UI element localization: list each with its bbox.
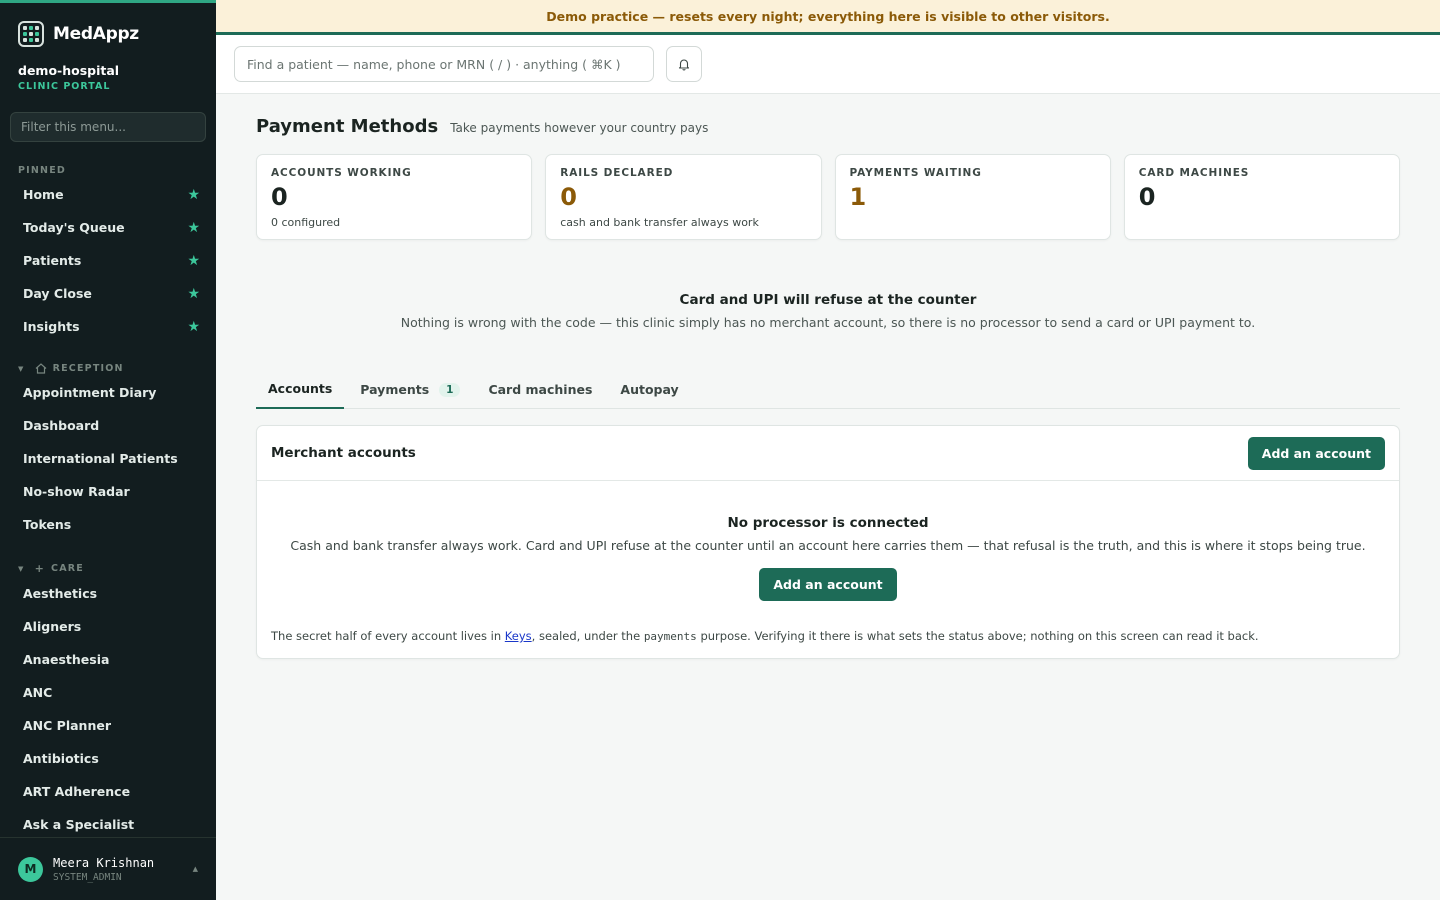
- sidebar-item-no-show-radar[interactable]: No-show Radar: [0, 475, 216, 508]
- brand[interactable]: MedAppz: [0, 3, 216, 49]
- tab-card-machines[interactable]: Card machines: [476, 370, 604, 409]
- page-subtitle: Take payments however your country pays: [450, 121, 709, 135]
- stat-card-card-machines: CARD MACHINES 0: [1123, 154, 1400, 240]
- sidebar-item-antibiotics[interactable]: Antibiotics: [0, 742, 216, 775]
- sidebar-item-todays-queue[interactable]: Today's Queue ★: [0, 211, 216, 244]
- sidebar: MedAppz demo-hospital CLINIC PORTAL Filt…: [0, 0, 216, 900]
- pinned-label: PINNED: [18, 165, 66, 176]
- demo-banner-text: Demo practice — resets every night; ever…: [546, 8, 1110, 24]
- section-label-pinned: PINNED: [0, 165, 216, 176]
- sidebar-item-appointment-diary[interactable]: Appointment Diary: [0, 376, 216, 409]
- grid-logo-icon: [18, 21, 44, 47]
- sidebar-item-international-patients[interactable]: International Patients: [0, 442, 216, 475]
- stat-label: ACCOUNTS WORKING: [271, 167, 412, 179]
- sidebar-item-aesthetics[interactable]: Aesthetics: [0, 577, 216, 610]
- stat-value: 1: [849, 183, 867, 211]
- stat-note: cash and bank transfer always work: [560, 216, 759, 229]
- page-header: Payment Methods Take payments however yo…: [256, 116, 1400, 137]
- brand-name: MedAppz: [53, 24, 139, 44]
- reception-list: Appointment Diary Dashboard Internationa…: [0, 376, 216, 541]
- stat-value: 0: [271, 183, 288, 211]
- refusal-notice-body: Nothing is wrong with the code — this cl…: [400, 315, 1256, 330]
- panel-header: Merchant accounts Add an account: [257, 426, 1399, 481]
- reception-label: RECEPTION: [52, 363, 124, 374]
- stat-label: CARD MACHINES: [1138, 167, 1250, 179]
- star-icon[interactable]: ★: [187, 253, 200, 269]
- sidebar-item-tokens[interactable]: Tokens: [0, 508, 216, 541]
- stat-card-rails-declared: RAILS DECLARED 0 cash and bank transfer …: [545, 154, 822, 240]
- stat-card-accounts-working: ACCOUNTS WORKING 0 0 configured: [256, 154, 533, 240]
- org-subtitle: CLINIC PORTAL: [18, 81, 111, 92]
- payments-purpose-code: payments: [643, 630, 697, 643]
- stat-card-payments-waiting: PAYMENTS WAITING 1: [834, 154, 1111, 240]
- sidebar-item-anc[interactable]: ANC: [0, 676, 216, 709]
- section-toggle-reception[interactable]: ▼ RECEPTION: [0, 363, 216, 374]
- star-icon[interactable]: ★: [187, 286, 200, 302]
- stats-row: ACCOUNTS WORKING 0 0 configured RAILS DE…: [256, 154, 1400, 240]
- notifications-button[interactable]: [666, 46, 702, 82]
- pinned-list: Home ★ Today's Queue ★ Patients ★ Day Close…: [0, 178, 216, 343]
- star-icon[interactable]: ★: [187, 187, 200, 203]
- main-area: Demo practice — resets every night; ever…: [216, 0, 1440, 900]
- stat-value: 0: [560, 183, 577, 211]
- empty-state-title: No processor is connected: [727, 515, 929, 531]
- stat-value: 0: [1138, 183, 1156, 211]
- org-name: demo-hospital: [18, 63, 120, 78]
- refusal-notice: Card and UPI will refuse at the counter …: [256, 292, 1400, 330]
- star-icon[interactable]: ★: [187, 319, 200, 335]
- user-menu[interactable]: M Meera Krishnan SYSTEM_ADMIN ▲: [0, 837, 216, 900]
- tab-bar: Accounts Payments 1 Card machines Autopa…: [256, 370, 1400, 409]
- add-account-button-empty[interactable]: Add an account: [759, 568, 897, 601]
- sidebar-item-anc-planner[interactable]: ANC Planner: [0, 709, 216, 742]
- sidebar-item-dashboard[interactable]: Dashboard: [0, 409, 216, 442]
- merchant-accounts-panel: Merchant accounts Add an account No proc…: [256, 425, 1400, 659]
- add-account-button[interactable]: Add an account: [1247, 436, 1385, 470]
- empty-state: No processor is connected Cash and bank …: [257, 481, 1399, 658]
- menu-filter-input[interactable]: Filter this menu...: [10, 112, 206, 142]
- panel-title: Merchant accounts: [271, 445, 416, 461]
- chevron-down-icon: ▼: [18, 564, 25, 573]
- tab-accounts[interactable]: Accounts: [256, 370, 345, 409]
- sidebar-item-patients[interactable]: Patients ★: [0, 244, 216, 277]
- sidebar-item-anaesthesia[interactable]: Anaesthesia: [0, 643, 216, 676]
- org-block: demo-hospital CLINIC PORTAL: [0, 49, 216, 92]
- user-name: Meera Krishnan: [53, 855, 155, 870]
- plus-icon: +: [34, 562, 46, 575]
- patient-search-input[interactable]: Find a patient — name, phone or MRN ( / …: [234, 46, 654, 82]
- user-role: SYSTEM_ADMIN: [53, 871, 122, 883]
- sidebar-item-home[interactable]: Home ★: [0, 178, 216, 211]
- empty-state-body: Cash and bank transfer always work. Card…: [290, 538, 1366, 553]
- avatar: M: [18, 856, 43, 882]
- refusal-notice-title: Card and UPI will refuse at the counter: [679, 292, 977, 308]
- chevron-down-icon: ▼: [18, 364, 25, 373]
- sidebar-item-insights[interactable]: Insights ★: [0, 310, 216, 343]
- user-info: Meera Krishnan SYSTEM_ADMIN: [53, 856, 154, 883]
- section-toggle-care[interactable]: ▼ + CARE: [0, 562, 216, 575]
- bell-icon: [678, 59, 690, 71]
- tab-payments[interactable]: Payments 1: [348, 370, 472, 409]
- care-list: Aesthetics Aligners Anaesthesia ANC ANC …: [0, 577, 216, 841]
- keys-link[interactable]: Keys: [505, 629, 532, 643]
- chevron-icon: ▲: [192, 865, 198, 873]
- page-content: Payment Methods Take payments however yo…: [216, 116, 1440, 659]
- payments-count-badge: 1: [439, 382, 461, 397]
- star-icon[interactable]: ★: [187, 220, 200, 236]
- sidebar-item-art-adherence[interactable]: ART Adherence: [0, 775, 216, 808]
- home-icon: [35, 363, 46, 374]
- stat-label: PAYMENTS WAITING: [849, 167, 982, 179]
- sidebar-item-day-close[interactable]: Day Close ★: [0, 277, 216, 310]
- top-bar: Find a patient — name, phone or MRN ( / …: [216, 35, 1440, 94]
- sidebar-item-aligners[interactable]: Aligners: [0, 610, 216, 643]
- keys-footnote: The secret half of every account lives i…: [271, 629, 1259, 643]
- stat-label: RAILS DECLARED: [560, 167, 674, 179]
- demo-banner: Demo practice — resets every night; ever…: [216, 0, 1440, 35]
- tab-autopay[interactable]: Autopay: [608, 370, 690, 409]
- care-label: CARE: [51, 563, 84, 574]
- page-title: Payment Methods: [256, 116, 439, 137]
- stat-note: 0 configured: [271, 216, 341, 229]
